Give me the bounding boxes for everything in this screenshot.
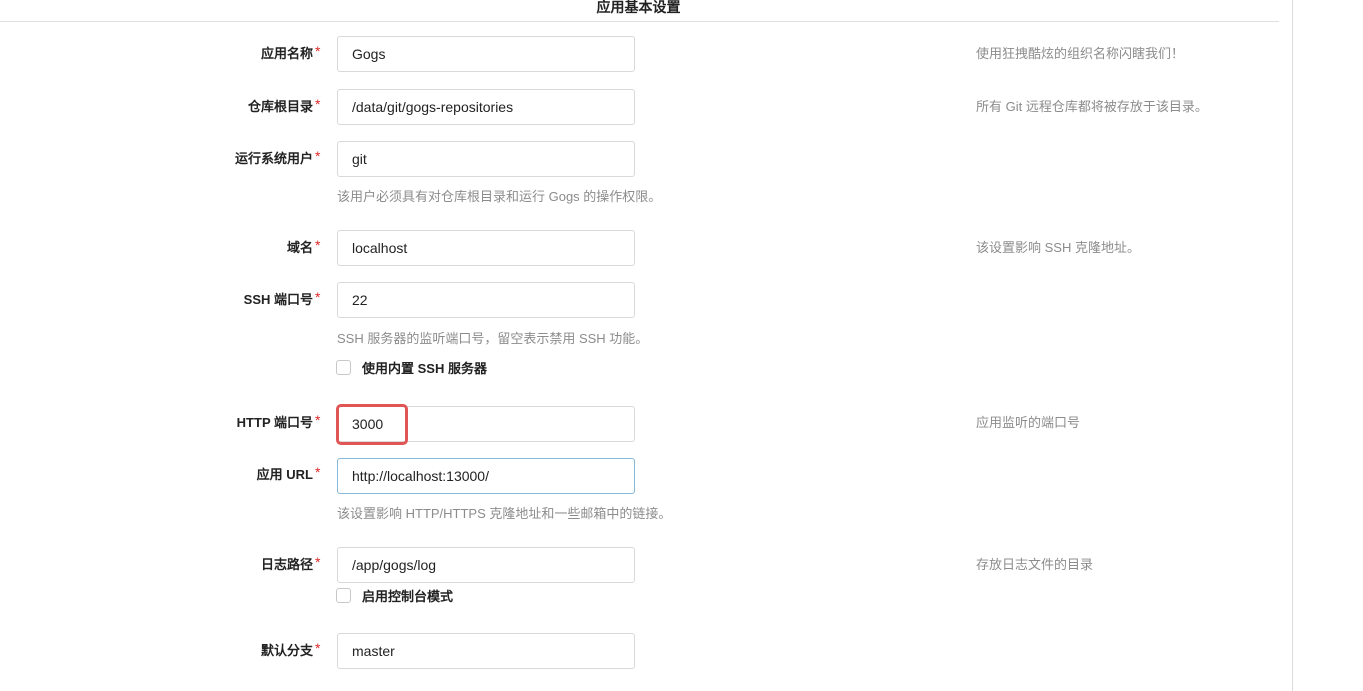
default-branch-required-mark: * — [315, 640, 321, 656]
domain-help: 该设置影响 SSH 克隆地址。 — [976, 240, 1140, 255]
app-name-label: 应用名称 — [260, 46, 313, 61]
app-url-input[interactable] — [337, 458, 635, 494]
log-path-help: 存放日志文件的目录 — [976, 557, 1094, 572]
page-right-divider — [1292, 0, 1293, 691]
log-path-input[interactable] — [337, 547, 635, 583]
section-title: 应用基本设置 — [0, 0, 1279, 22]
install-settings-page: 应用基本设置 应用名称 * 使用狂拽酷炫的组织名称闪瞎我们！ 仓库根目录 * 所… — [0, 0, 1363, 691]
console-mode-label: 启用控制台模式 — [362, 588, 454, 604]
ssh-port-label: SSH 端口号 — [243, 292, 313, 307]
ssh-port-required-mark: * — [315, 289, 321, 305]
app-name-input[interactable] — [337, 36, 635, 72]
default-branch-label: 默认分支 — [260, 643, 313, 658]
domain-label: 域名 — [286, 240, 313, 255]
log-path-required-mark: * — [315, 554, 321, 570]
ssh-port-input[interactable] — [337, 282, 635, 318]
http-port-input[interactable] — [337, 406, 635, 442]
ssh-port-help: SSH 服务器的监听端口号，留空表示禁用 SSH 功能。 — [337, 331, 649, 346]
default-branch-input[interactable] — [337, 633, 635, 669]
app-url-help: 该设置影响 HTTP/HTTPS 克隆地址和一些邮箱中的链接。 — [337, 506, 672, 521]
http-port-help: 应用监听的端口号 — [976, 415, 1081, 430]
log-path-label: 日志路径 — [260, 557, 313, 572]
app-url-required-mark: * — [315, 464, 321, 480]
console-mode-checkbox[interactable] — [336, 587, 351, 603]
run-user-label: 运行系统用户 — [234, 151, 313, 166]
repo-root-required-mark: * — [315, 96, 321, 112]
builtin-ssh-checkbox-row[interactable]: 使用内置 SSH 服务器 — [336, 358, 487, 376]
run-user-help: 该用户必须具有对仓库根目录和运行 Gogs 的操作权限。 — [337, 189, 662, 204]
builtin-ssh-checkbox[interactable] — [336, 359, 351, 375]
domain-required-mark: * — [315, 237, 321, 253]
run-user-required-mark: * — [315, 148, 321, 164]
app-name-help: 使用狂拽酷炫的组织名称闪瞎我们！ — [976, 46, 1185, 61]
http-port-required-mark: * — [315, 412, 321, 428]
app-url-label: 应用 URL — [256, 467, 313, 482]
repo-root-input[interactable] — [337, 89, 635, 125]
console-mode-checkbox-row[interactable]: 启用控制台模式 — [336, 586, 453, 604]
repo-root-help: 所有 Git 远程仓库都将被存放于该目录。 — [976, 99, 1208, 114]
section-title-text: 应用基本设置 — [596, 0, 681, 15]
app-name-required-mark: * — [315, 43, 321, 59]
builtin-ssh-label: 使用内置 SSH 服务器 — [362, 360, 487, 376]
run-user-input[interactable] — [337, 141, 635, 177]
domain-input[interactable] — [337, 230, 635, 266]
http-port-label: HTTP 端口号 — [236, 415, 313, 430]
repo-root-label: 仓库根目录 — [247, 99, 313, 114]
